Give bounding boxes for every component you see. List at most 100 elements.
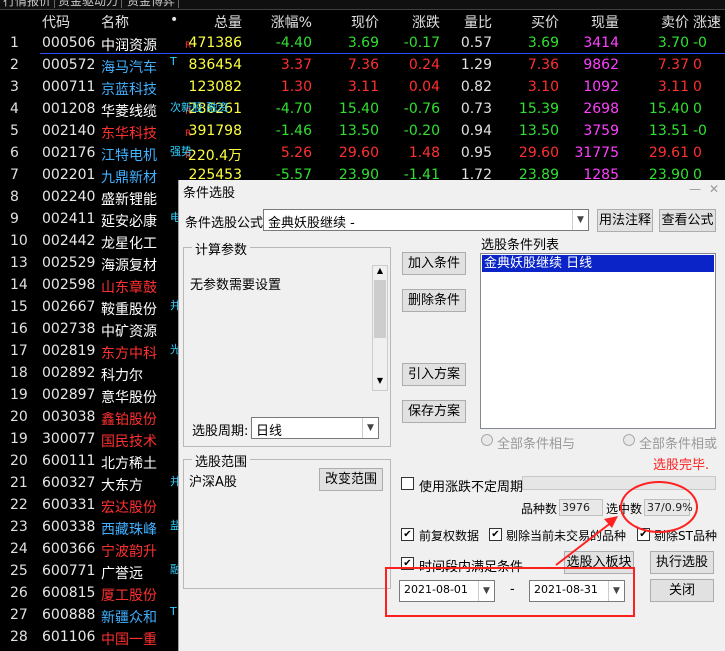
row-code: 002897	[42, 387, 96, 403]
column-header: 代码 名称 • 总量 涨幅% 现价 涨跌 量比 买价 现量 卖价 涨速	[0, 10, 725, 32]
table-row[interactable]: 6 002176 江特电机 R 220.4万 5.26 29.60 1.48 0.95 29.60…	[0, 143, 725, 165]
radio-all-and[interactable]	[481, 434, 493, 446]
minimize-icon[interactable]: —	[689, 182, 701, 196]
scroll-thumb[interactable]	[374, 280, 386, 338]
row-name: 新疆众和	[101, 610, 157, 626]
row-chg: 0.24	[408, 57, 440, 73]
pre-adj-checkbox[interactable]: ✔	[401, 528, 414, 541]
execute-select-button[interactable]: 执行选股	[650, 551, 714, 574]
scroll-up-icon[interactable]: ▲	[374, 266, 386, 280]
row-name: 大东方	[101, 478, 143, 494]
import-scheme-button[interactable]: 引入方案	[402, 363, 466, 386]
table-row[interactable]: 4 001208 华菱线缆 R 286261 -4.70 15.40 -0.76 0.73 15.…	[0, 99, 725, 121]
row-name: 海马汽车	[101, 60, 157, 76]
row-name: 京蓝科技	[101, 82, 157, 98]
row-name: 广誉远	[101, 566, 143, 582]
table-row[interactable]: 2 000572 海马汽车 836454 3.37 7.36 0.24 1.29 7.36 986…	[0, 55, 725, 77]
row-pct: 5.26	[280, 145, 312, 161]
row-index: 20	[10, 453, 28, 469]
row-code: 003038	[42, 409, 96, 425]
view-formula-button[interactable]: 查看公式	[659, 209, 716, 232]
col-sell[interactable]: 卖价	[661, 12, 689, 32]
formula-label: 条件选股公式	[185, 216, 264, 231]
row-index: 27	[10, 607, 28, 623]
row-code: 002176	[42, 145, 96, 161]
dialog-titlebar[interactable]: 条件选股 — ✕	[179, 180, 725, 201]
row-code: 002667	[42, 299, 96, 315]
row-index: 26	[10, 585, 28, 601]
row-code: 601106	[42, 629, 96, 645]
use-range-checkbox[interactable]	[401, 477, 414, 490]
row-index: 23	[10, 519, 28, 535]
col-cur[interactable]: 现量	[591, 12, 619, 32]
row-code: 002201	[42, 167, 96, 183]
radio-all-and-label: 全部条件相与	[497, 437, 576, 452]
row-total: 220.4万	[187, 148, 242, 164]
close-button[interactable]: 关闭	[650, 579, 714, 602]
delete-condition-button[interactable]: 删除条件	[402, 289, 466, 312]
formula-combo[interactable]: 金典妖股继续 - ▼	[263, 209, 589, 231]
col-code[interactable]: 代码	[42, 12, 70, 32]
radio-all-or[interactable]	[623, 434, 635, 446]
add-condition-button[interactable]: 加入条件	[402, 252, 466, 275]
status-text: 选股完毕.	[653, 458, 710, 473]
row-speed: 0	[693, 79, 702, 95]
tab-capital-game[interactable]: 资金博弈	[124, 0, 180, 8]
row-index: 9	[10, 211, 19, 227]
row-code: 002598	[42, 277, 96, 293]
col-chg[interactable]: 涨跌	[412, 12, 440, 32]
col-speed[interactable]: 涨速	[693, 12, 721, 32]
row-buy: 15.39	[518, 101, 559, 117]
row-chg: 0.04	[408, 79, 440, 95]
usage-button[interactable]: 用法注释	[597, 209, 653, 232]
close-icon[interactable]: ✕	[709, 182, 719, 196]
col-price[interactable]: 现价	[351, 12, 379, 32]
row-index: 18	[10, 365, 28, 381]
row-total: 391798	[188, 123, 242, 139]
col-name[interactable]: 名称	[101, 12, 129, 32]
condition-list-item[interactable]: 金典妖股继续 日线	[482, 255, 714, 272]
change-range-button[interactable]: 改变范围	[319, 468, 383, 491]
table-row[interactable]: 1 000506 中润资源 R 471386 -4.40 3.69 -0.17 0.57 3.69…	[0, 33, 725, 55]
row-code: 001208	[42, 101, 96, 117]
row-code: 600888	[42, 607, 96, 623]
row-code: 002819	[42, 343, 96, 359]
tab-capital-drive[interactable]: 资金驱动力	[55, 0, 123, 8]
col-buy[interactable]: 买价	[531, 12, 559, 32]
row-pct: -4.40	[275, 35, 312, 51]
scroll-down-icon[interactable]: ▼	[374, 376, 386, 390]
exclude-untraded-checkbox[interactable]: ✔	[489, 528, 502, 541]
chevron-down-icon[interactable]: ▼	[572, 210, 588, 230]
col-pct[interactable]: 涨幅%	[271, 12, 312, 32]
table-row[interactable]: 3 000711 京蓝科技 123082 1.30 3.11 0.04 0.82 3.10 109…	[0, 77, 725, 99]
params-scrollbar[interactable]: ▲ ▼	[372, 265, 388, 391]
row-cur-vol: 31775	[574, 145, 619, 161]
col-total[interactable]: 总量	[214, 12, 242, 32]
row-name: 龙星化工	[101, 236, 157, 252]
row-price: 3.11	[347, 79, 379, 95]
condition-list[interactable]: 金典妖股继续 日线	[480, 253, 716, 429]
row-name: 意华股份	[101, 390, 157, 406]
row-code: 300077	[42, 431, 96, 447]
row-code: 000711	[42, 79, 96, 95]
row-code: 002240	[42, 189, 96, 205]
tab-quotes[interactable]: 行情报价	[0, 0, 56, 8]
period-combo[interactable]: 日线 ▼	[251, 417, 379, 439]
table-row[interactable]: 5 002140 东华科技 R 391798 -1.46 13.50 -0.20 0.94 13.…	[0, 121, 725, 143]
row-index: 1	[10, 35, 19, 51]
col-vr[interactable]: 量比	[464, 12, 492, 32]
row-sell: 3.70	[657, 35, 689, 51]
row-name: 东华科技	[101, 126, 157, 142]
save-scheme-button[interactable]: 保存方案	[402, 400, 466, 423]
row-buy: 13.50	[518, 123, 559, 139]
row-code: 002738	[42, 321, 96, 337]
chevron-down-icon[interactable]: ▼	[362, 418, 378, 438]
range-group: 选股范围 沪深A股 改变范围	[183, 451, 391, 589]
row-tag: T	[170, 605, 177, 618]
row-pct: -4.70	[275, 101, 312, 117]
row-name: 九鼎新材	[101, 170, 157, 186]
selection-line	[40, 53, 725, 54]
row-tag: 次新股 融资	[170, 101, 229, 114]
row-vol-ratio: 0.82	[460, 79, 492, 95]
range-value: 沪深A股	[189, 475, 237, 490]
